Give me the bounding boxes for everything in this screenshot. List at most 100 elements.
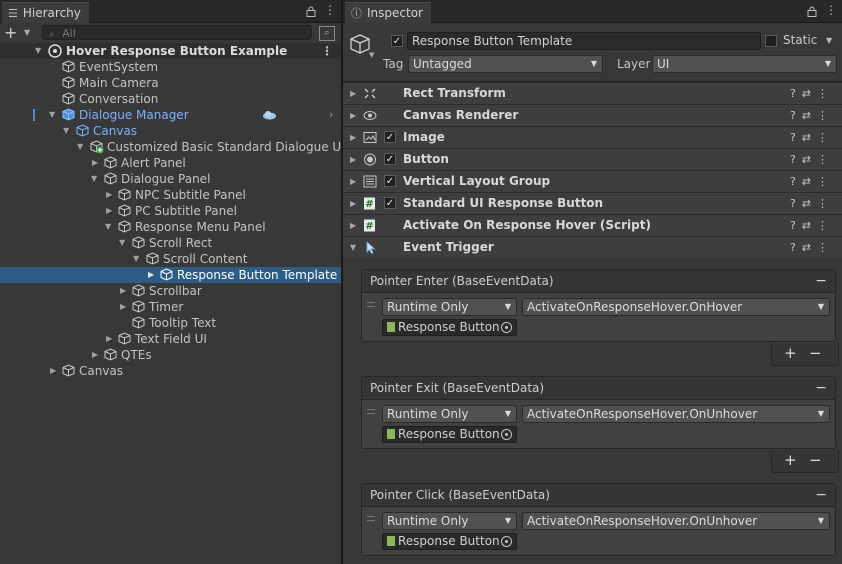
- object-picker-icon[interactable]: [501, 322, 512, 333]
- kebab-menu-icon[interactable]: ⋮: [324, 3, 336, 17]
- kebab-menu-icon[interactable]: ⋮: [825, 3, 837, 17]
- tab-inspector[interactable]: ⓘ Inspector: [345, 2, 431, 23]
- expand-arrow-icon[interactable]: ▼: [77, 139, 83, 155]
- component-rect-transform[interactable]: ▶ Rect Transform ?⇄⋮: [343, 82, 842, 104]
- hierarchy-item[interactable]: ▶ Alert Panel: [0, 155, 341, 171]
- remove-event-button[interactable]: −: [815, 484, 827, 506]
- hierarchy-item[interactable]: ▼ Scroll Content: [0, 251, 341, 267]
- component-activate-on-response-hover[interactable]: ▶ # Activate On Response Hover (Script) …: [343, 214, 842, 236]
- runtime-mode-dropdown[interactable]: Runtime Only ▼: [382, 298, 517, 316]
- collapsed-arrow-icon[interactable]: ▶: [350, 149, 356, 170]
- chevron-down-icon[interactable]: ▼: [24, 28, 30, 37]
- collapsed-arrow-icon[interactable]: ▶: [350, 127, 356, 148]
- hierarchy-item[interactable]: ▼ Dialogue Panel: [0, 171, 341, 187]
- add-listener-button[interactable]: +: [784, 450, 797, 470]
- function-dropdown[interactable]: ActivateOnResponseHover.OnUnhover ▼: [522, 512, 830, 530]
- collapsed-arrow-icon[interactable]: ▶: [50, 363, 56, 379]
- object-picker-icon[interactable]: [501, 536, 512, 547]
- component-vertical-layout-group[interactable]: ▶ ✓ Vertical Layout Group ?⇄⋮: [343, 170, 842, 192]
- add-listener-button[interactable]: +: [784, 343, 797, 363]
- expand-arrow-icon[interactable]: ▼: [91, 171, 97, 187]
- component-controls[interactable]: ?⇄⋮: [790, 127, 834, 148]
- collapsed-arrow-icon[interactable]: ▶: [120, 299, 126, 315]
- component-enabled-checkbox[interactable]: ✓: [384, 197, 396, 209]
- collapsed-arrow-icon[interactable]: ▶: [350, 83, 356, 104]
- component-controls[interactable]: ?⇄⋮: [790, 83, 834, 104]
- add-button[interactable]: +: [4, 25, 17, 41]
- hierarchy-item[interactable]: Tooltip Text: [0, 315, 341, 331]
- remove-event-button[interactable]: −: [815, 377, 827, 399]
- chevron-down-icon[interactable]: ▼: [369, 51, 374, 59]
- static-checkbox[interactable]: [765, 35, 777, 47]
- collapsed-arrow-icon[interactable]: ▶: [350, 193, 356, 214]
- active-checkbox[interactable]: ✓: [391, 35, 403, 47]
- target-object-field[interactable]: Response Button Template: [382, 319, 517, 336]
- layer-dropdown[interactable]: UI ▼: [652, 55, 837, 73]
- hierarchy-item[interactable]: ▶ Canvas: [0, 363, 341, 379]
- hierarchy-item[interactable]: ▶ QTEs: [0, 347, 341, 363]
- component-standard-ui-response-button[interactable]: ▶ # ✓ Standard UI Response Button ?⇄⋮: [343, 192, 842, 214]
- expand-arrow-icon[interactable]: ▼: [350, 237, 356, 258]
- component-controls[interactable]: ?⇄⋮: [790, 149, 834, 170]
- collapsed-arrow-icon[interactable]: ▶: [350, 171, 356, 192]
- target-object-field[interactable]: Response Button Template: [382, 426, 517, 443]
- collapsed-arrow-icon[interactable]: ▶: [350, 215, 356, 236]
- component-button[interactable]: ▶ ✓ Button ?⇄⋮: [343, 148, 842, 170]
- kebab-menu-icon[interactable]: ⋮: [321, 43, 333, 59]
- target-object-field[interactable]: Response Button Template: [382, 533, 517, 550]
- remove-listener-button[interactable]: −: [809, 343, 822, 363]
- component-controls[interactable]: ?⇄⋮: [790, 171, 834, 192]
- collapsed-arrow-icon[interactable]: ▶: [106, 187, 112, 203]
- collapsed-arrow-icon[interactable]: ▶: [92, 155, 98, 171]
- expand-arrow-icon[interactable]: ▼: [133, 251, 139, 267]
- collapsed-arrow-icon[interactable]: ▶: [106, 331, 112, 347]
- chevron-right-icon[interactable]: ›: [329, 107, 333, 123]
- hierarchy-item[interactable]: Main Camera: [0, 75, 341, 91]
- drag-handle-icon[interactable]: [367, 409, 375, 414]
- hierarchy-item[interactable]: ▼ Scroll Rect: [0, 235, 341, 251]
- tab-hierarchy[interactable]: ☰ Hierarchy: [2, 2, 89, 23]
- expand-arrow-icon[interactable]: ▼: [105, 219, 111, 235]
- component-image[interactable]: ▶ ✓ Image ?⇄⋮: [343, 126, 842, 148]
- object-picker-icon[interactable]: [501, 429, 512, 440]
- function-dropdown[interactable]: ActivateOnResponseHover.OnHover ▼: [522, 298, 830, 316]
- expand-arrow-icon[interactable]: ▼: [35, 43, 41, 59]
- hierarchy-item-dialogue-manager[interactable]: ▼ Dialogue Manager ›: [0, 107, 341, 123]
- expand-arrow-icon[interactable]: ▼: [63, 123, 69, 139]
- remove-listener-button[interactable]: −: [809, 450, 822, 470]
- hierarchy-item[interactable]: ▶ Text Field UI: [0, 331, 341, 347]
- collapsed-arrow-icon[interactable]: ▶: [148, 267, 154, 283]
- hierarchy-item[interactable]: Conversation: [0, 91, 341, 107]
- collapsed-arrow-icon[interactable]: ▶: [120, 283, 126, 299]
- search-field[interactable]: ⌕: [42, 25, 312, 40]
- component-canvas-renderer[interactable]: ▶ Canvas Renderer ?⇄⋮: [343, 104, 842, 126]
- hierarchy-item[interactable]: ▼ Customized Basic Standard Dialogue UI: [0, 139, 341, 155]
- collapsed-arrow-icon[interactable]: ▶: [92, 347, 98, 363]
- hierarchy-item[interactable]: EventSystem: [0, 59, 341, 75]
- component-controls[interactable]: ?⇄⋮: [790, 193, 834, 214]
- function-dropdown[interactable]: ActivateOnResponseHover.OnUnhover ▼: [522, 405, 830, 423]
- expand-arrow-icon[interactable]: ▼: [119, 235, 125, 251]
- component-controls[interactable]: ?⇄⋮: [790, 215, 834, 236]
- hierarchy-item[interactable]: ▶ PC Subtitle Panel: [0, 203, 341, 219]
- component-controls[interactable]: ?⇄⋮: [790, 237, 834, 258]
- search-input[interactable]: [58, 27, 263, 40]
- component-controls[interactable]: ?⇄⋮: [790, 105, 834, 126]
- tag-dropdown[interactable]: Untagged ▼: [408, 55, 603, 73]
- scene-row[interactable]: ▼ Hover Response Button Example ⋮: [0, 43, 341, 59]
- lock-icon[interactable]: [807, 6, 817, 17]
- expand-arrow-icon[interactable]: ▼: [49, 107, 55, 123]
- component-enabled-checkbox[interactable]: ✓: [384, 153, 396, 165]
- component-enabled-checkbox[interactable]: ✓: [384, 131, 396, 143]
- lock-icon[interactable]: [306, 6, 316, 17]
- object-name-field[interactable]: Response Button Template: [407, 32, 761, 50]
- collapsed-arrow-icon[interactable]: ▶: [350, 105, 356, 126]
- scene-search-icon[interactable]: ⌕: [319, 26, 335, 41]
- component-event-trigger[interactable]: ▼ Event Trigger ?⇄⋮: [343, 236, 842, 258]
- hierarchy-item[interactable]: ▶ Timer: [0, 299, 341, 315]
- hierarchy-item-selected[interactable]: ▶ Response Button Template: [0, 267, 341, 283]
- drag-handle-icon[interactable]: [367, 302, 375, 307]
- collapsed-arrow-icon[interactable]: ▶: [106, 203, 112, 219]
- runtime-mode-dropdown[interactable]: Runtime Only ▼: [382, 512, 517, 530]
- component-enabled-checkbox[interactable]: ✓: [384, 175, 396, 187]
